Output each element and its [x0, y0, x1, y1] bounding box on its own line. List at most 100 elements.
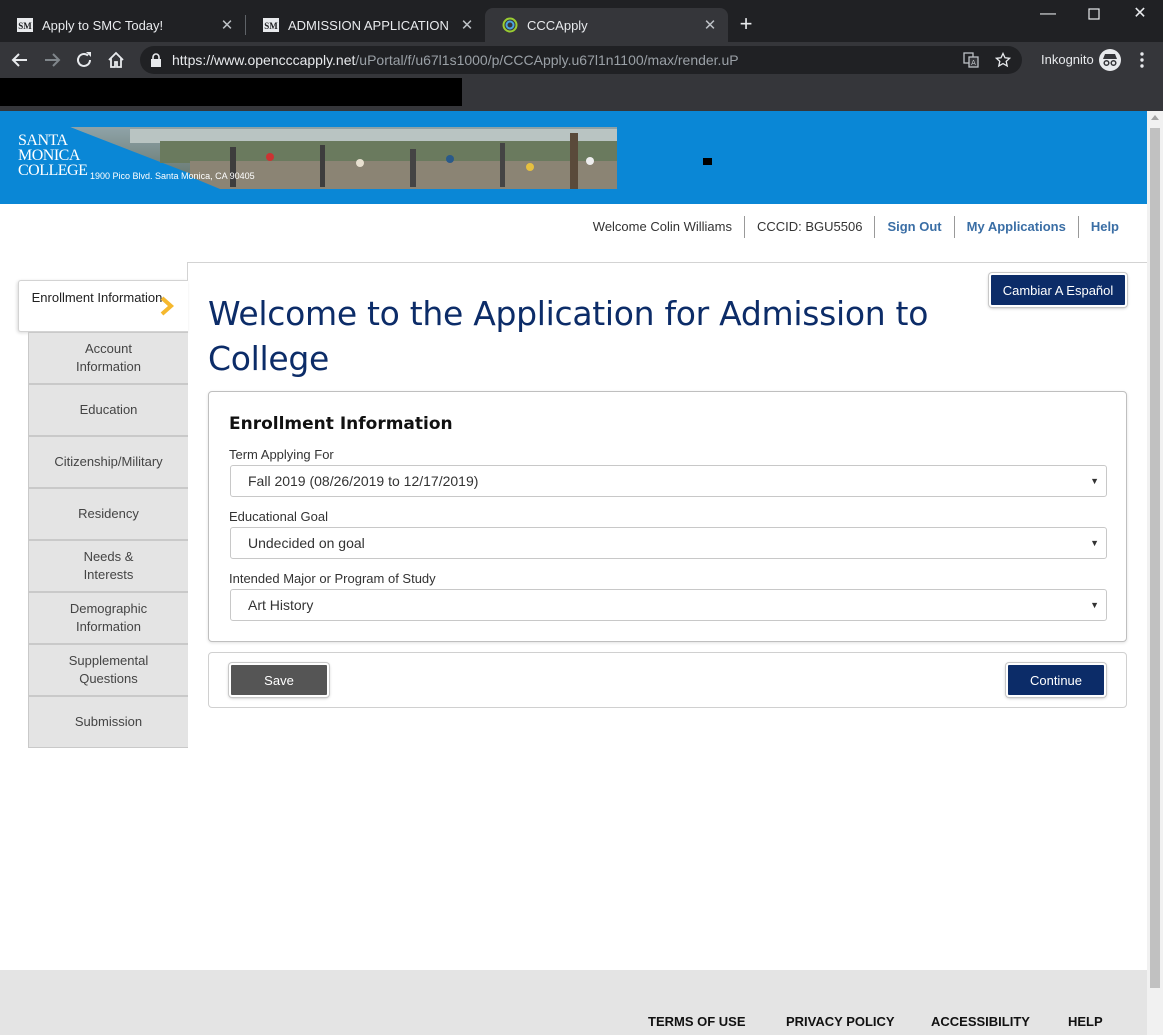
banner-image: SANTA MONICA COLLEGE 1900 Pico Blvd. San…	[10, 127, 617, 189]
cccapply-favicon-icon	[502, 17, 518, 33]
bookmark-bar	[0, 78, 1163, 111]
content-divider	[187, 262, 188, 282]
sidebar-item-residency[interactable]: Residency	[28, 488, 188, 540]
language-toggle-button[interactable]: Cambiar A Español	[989, 273, 1127, 307]
address-bar[interactable]: https://www.opencccapply.net/uPortal/f/u…	[140, 46, 1022, 74]
sidebar-item-label: Supplemental Questions	[68, 653, 149, 686]
incognito-icon[interactable]	[1098, 48, 1122, 72]
sidebar-item-citizenship-military[interactable]: Citizenship/Military	[28, 436, 188, 488]
svg-text:A: A	[971, 60, 976, 67]
term-select[interactable]: Fall 2019 (08/26/2019 to 12/17/2019) ▼	[230, 465, 1107, 497]
smc-favicon-icon: SM	[263, 17, 279, 33]
term-label: Term Applying For	[229, 447, 334, 462]
save-button[interactable]: Save	[229, 663, 329, 697]
url-path: /uPortal/f/u67l1s1000/p/CCCApply.u67l1n1…	[355, 52, 739, 68]
sidebar-item-label: Enrollment Information	[31, 290, 163, 305]
close-icon[interactable]: ✕	[459, 16, 475, 34]
translate-icon[interactable]: A	[962, 51, 980, 69]
logo-line: SANTA	[18, 132, 68, 149]
close-window-button[interactable]: ✕	[1117, 4, 1163, 26]
sidebar-item-needs-interests[interactable]: Needs & Interests	[28, 540, 188, 592]
page-scrollbar[interactable]	[1147, 111, 1163, 1035]
logo-line: MONICA	[18, 147, 80, 164]
back-arrow-icon[interactable]	[8, 48, 32, 72]
sidebar-item-label: Account Information	[75, 341, 142, 374]
browser-tab-bar: SM Apply to SMC Today! ✕ SM ADMISSION AP…	[0, 0, 1163, 42]
form-actions: Save Continue	[208, 652, 1127, 708]
new-tab-button[interactable]: +	[736, 12, 756, 36]
svg-text:SM: SM	[18, 21, 32, 31]
caret-down-icon: ▼	[1090, 538, 1099, 548]
bookmark-star-icon[interactable]	[994, 51, 1012, 69]
svg-text:SM: SM	[264, 21, 278, 31]
sidebar-item-label: Education	[79, 402, 138, 417]
educational-goal-select[interactable]: Undecided on goal ▼	[230, 527, 1107, 559]
sidebar-item-label: Demographic Information	[69, 601, 148, 634]
tab-apply-to-smc[interactable]: SM Apply to SMC Today! ✕	[0, 8, 245, 42]
user-bar: Welcome Colin Williams CCCID: BGU5506 Si…	[581, 216, 1131, 238]
continue-button[interactable]: Continue	[1006, 663, 1106, 697]
footer-accessibility-link[interactable]: ACCESSIBILITY	[931, 1014, 1030, 1029]
enrollment-information-card: Enrollment Information Term Applying For…	[208, 391, 1127, 642]
logo-line: COLLEGE	[18, 162, 88, 179]
close-icon[interactable]: ✕	[702, 16, 718, 34]
major-select-value: Art History	[248, 597, 314, 613]
home-icon[interactable]	[104, 48, 128, 72]
tab-admission-application[interactable]: SM ADMISSION APPLICATION ✕	[246, 8, 485, 42]
major-select[interactable]: Art History ▼	[230, 589, 1107, 621]
lock-icon	[150, 53, 162, 67]
sidebar-item-label: Citizenship/Military	[54, 454, 163, 469]
browser-toolbar: https://www.opencccapply.net/uPortal/f/u…	[0, 42, 1163, 78]
browser-menu-icon[interactable]	[1134, 50, 1150, 70]
url-text: https://www.opencccapply.net/uPortal/f/u…	[172, 52, 739, 68]
page-title: Welcome to the Application for Admission…	[208, 294, 929, 378]
footer-terms-link[interactable]: TERMS OF USE	[648, 1014, 746, 1029]
smc-favicon-icon: SM	[17, 17, 33, 33]
sidebar-item-account-information[interactable]: Account Information	[28, 332, 188, 384]
welcome-text: Welcome Colin Williams	[592, 219, 732, 234]
smc-logo: SANTA MONICA COLLEGE	[18, 132, 88, 179]
tab-title: ADMISSION APPLICATION	[288, 17, 449, 33]
footer-privacy-link[interactable]: PRIVACY POLICY	[786, 1014, 895, 1029]
tab-title: CCCApply	[527, 17, 588, 33]
chevron-right-icon	[158, 296, 176, 316]
caret-down-icon: ▼	[1090, 600, 1099, 610]
close-icon[interactable]: ✕	[219, 16, 235, 34]
scrollbar-thumb[interactable]	[1150, 128, 1160, 988]
forward-arrow-icon[interactable]	[40, 48, 64, 72]
url-host: https://www.opencccapply.net	[172, 52, 356, 68]
help-link[interactable]: Help	[1077, 216, 1131, 238]
college-address: 1900 Pico Blvd. Santa Monica, CA 90405	[90, 171, 255, 181]
sidebar-item-submission[interactable]: Submission	[28, 696, 188, 748]
content-divider	[187, 262, 1147, 263]
sidebar-item-demographic-information[interactable]: Demographic Information	[28, 592, 188, 644]
page-footer: TERMS OF USE PRIVACY POLICY ACCESSIBILIT…	[0, 970, 1147, 1035]
sidebar-item-label: Residency	[78, 506, 139, 521]
sidebar-item-supplemental-questions[interactable]: Supplemental Questions	[28, 644, 188, 696]
redacted-region	[0, 78, 462, 106]
tab-title: Apply to SMC Today!	[42, 17, 164, 33]
maximize-button[interactable]	[1071, 4, 1117, 26]
my-applications-link[interactable]: My Applications	[953, 216, 1078, 238]
footer-help-link[interactable]: HELP	[1068, 1014, 1103, 1029]
college-banner: SANTA MONICA COLLEGE 1900 Pico Blvd. San…	[0, 111, 1147, 204]
sidebar-item-label: Needs & Interests	[83, 549, 134, 582]
incognito-label: Inkognito	[1041, 52, 1094, 67]
educational-goal-select-value: Undecided on goal	[248, 535, 365, 551]
section-heading: Enrollment Information	[229, 414, 453, 434]
scroll-up-arrow-icon[interactable]	[1151, 115, 1159, 120]
sidebar-item-enrollment-information[interactable]: Enrollment Information	[18, 280, 188, 332]
sidebar-item-education[interactable]: Education	[28, 384, 188, 436]
caret-down-icon: ▼	[1090, 476, 1099, 486]
major-label: Intended Major or Program of Study	[229, 571, 436, 586]
page-viewport: SANTA MONICA COLLEGE 1900 Pico Blvd. San…	[0, 111, 1163, 1035]
educational-goal-label: Educational Goal	[229, 509, 329, 524]
tab-cccapply[interactable]: CCCApply ✕	[485, 8, 728, 42]
banner-marker	[703, 158, 712, 165]
minimize-button[interactable]: —	[1025, 4, 1071, 26]
sidebar-item-label: Submission	[74, 714, 143, 729]
cccid-text: CCCID: BGU5506	[743, 216, 874, 238]
reload-icon[interactable]	[72, 48, 96, 72]
sign-out-link[interactable]: Sign Out	[874, 216, 953, 238]
term-select-value: Fall 2019 (08/26/2019 to 12/17/2019)	[248, 473, 479, 489]
